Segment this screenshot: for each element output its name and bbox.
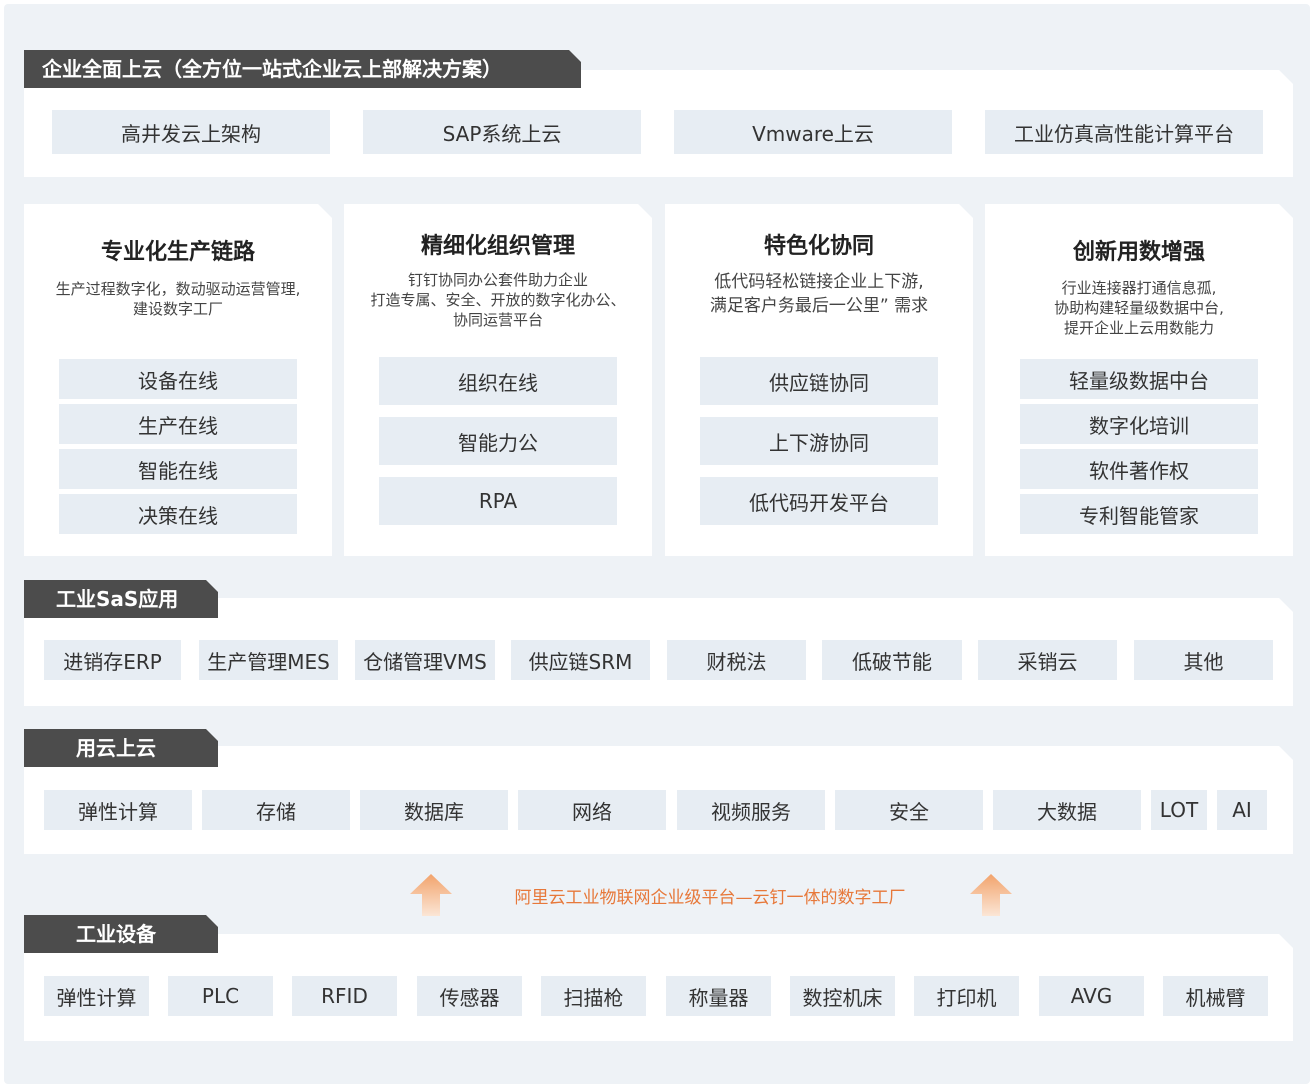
card-item: RPA: [379, 477, 617, 525]
card-desc-line: 打造专属、安全、开放的数字化办公、: [370, 291, 626, 309]
card-item: 智能力公: [379, 417, 617, 465]
device-item: 称量器: [666, 976, 771, 1016]
cloud-section-title: 企业全面上云（全方位一站式企业云上部解决方案）: [24, 50, 581, 88]
usecloud-item: 数据库: [360, 790, 508, 830]
usecloud-item: LOT: [1151, 790, 1207, 830]
device-item: 弹性计算: [44, 976, 149, 1016]
device-item: RFID: [292, 976, 397, 1016]
card-description: 低代码轻松链接企业上下游, 满足客户务最后一公里” 需求: [671, 270, 967, 318]
up-arrow-icon: [970, 874, 1012, 916]
device-item: 机械臂: [1163, 976, 1268, 1016]
saas-section-title: 工业SaS应用: [24, 580, 218, 618]
card-data-enhancement: 创新用数增强 行业连接器打通信息孤, 协助构建轻量级数据中台, 提开企业上云用数…: [985, 204, 1293, 556]
card-collaboration: 特色化协同 低代码轻松链接企业上下游, 满足客户务最后一公里” 需求 供应链协同…: [665, 204, 973, 556]
card-organization: 精细化组织管理 钉钉协同办公套件助力企业 打造专属、安全、开放的数字化办公、 协…: [344, 204, 652, 556]
card-title: 创新用数增强: [1072, 240, 1205, 265]
cloud-item: SAP系统上云: [363, 110, 641, 154]
card-title: 专业化生产链路: [100, 240, 255, 265]
platform-banner: 阿里云工业物联网企业级平台—云钉一体的数字工厂: [514, 888, 906, 908]
device-section-title: 工业设备: [24, 915, 218, 953]
usecloud-item: 大数据: [993, 790, 1141, 830]
usecloud-item: 弹性计算: [44, 790, 192, 830]
card-item: 上下游协同: [700, 417, 938, 465]
card-description: 行业连接器打通信息孤, 协助构建轻量级数据中台, 提开企业上云用数能力: [991, 278, 1287, 338]
card-production: 专业化生产链路 生产过程数字化，数动驱动运营管理, 建设数字工厂 设备在线 生产…: [24, 204, 332, 556]
usecloud-section-title: 用云上云: [24, 729, 218, 767]
saas-item: 生产管理MES: [199, 640, 338, 680]
card-item: 智能在线: [59, 449, 297, 489]
card-desc-line: 建设数字工厂: [132, 300, 223, 318]
card-desc-line: 协助构建轻量级数据中台,: [1054, 299, 1224, 317]
card-desc-line: 协同运营平台: [452, 311, 543, 329]
card-description: 钉钉协同办公套件助力企业 打造专属、安全、开放的数字化办公、 协同运营平台: [350, 270, 646, 330]
cloud-item: 工业仿真高性能计算平台: [985, 110, 1263, 154]
saas-item: 财税法: [667, 640, 806, 680]
card-desc-line: 生产过程数字化，数动驱动运营管理,: [55, 280, 301, 298]
device-item: 打印机: [914, 976, 1019, 1016]
cloud-item: 高井发云上架构: [52, 110, 330, 154]
saas-item: 进销存ERP: [44, 640, 181, 680]
up-arrow-icon: [410, 874, 452, 916]
device-item: PLC: [168, 976, 273, 1016]
usecloud-item: 安全: [835, 790, 983, 830]
cloud-item: Vmware上云: [674, 110, 952, 154]
card-desc-line: 提开企业上云用数能力: [1063, 319, 1214, 337]
card-item: 低代码开发平台: [700, 477, 938, 525]
card-desc-line: 满足客户务最后一公里” 需求: [709, 296, 929, 316]
card-title: 精细化组织管理: [420, 234, 575, 259]
saas-item: 其他: [1134, 640, 1273, 680]
usecloud-item: 视频服务: [677, 790, 825, 830]
device-item: 数控机床: [790, 976, 895, 1016]
card-item: 供应链协同: [700, 357, 938, 405]
card-item: 组织在线: [379, 357, 617, 405]
device-item: 扫描枪: [541, 976, 646, 1016]
card-desc-line: 行业连接器打通信息孤,: [1061, 279, 1217, 297]
saas-item: 采销云: [978, 640, 1117, 680]
device-item: AVG: [1039, 976, 1144, 1016]
card-item: 轻量级数据中台: [1020, 359, 1258, 399]
card-item: 决策在线: [59, 494, 297, 534]
card-description: 生产过程数字化，数动驱动运营管理, 建设数字工厂: [30, 279, 326, 319]
card-item: 软件著作权: [1020, 449, 1258, 489]
usecloud-item: 网络: [518, 790, 666, 830]
usecloud-item: 存储: [202, 790, 350, 830]
device-item: 传感器: [417, 976, 522, 1016]
card-item: 数字化培训: [1020, 404, 1258, 444]
saas-item: 仓储管理VMS: [355, 640, 495, 680]
usecloud-item: AI: [1217, 790, 1267, 830]
card-item: 设备在线: [59, 359, 297, 399]
card-desc-line: 低代码轻松链接企业上下游,: [714, 272, 924, 292]
card-item: 生产在线: [59, 404, 297, 444]
saas-item: 低破节能: [822, 640, 962, 680]
card-title: 特色化协同: [763, 234, 874, 259]
card-desc-line: 钉钉协同办公套件助力企业: [407, 271, 588, 289]
saas-item: 供应链SRM: [511, 640, 650, 680]
card-item: 专利智能管家: [1020, 494, 1258, 534]
